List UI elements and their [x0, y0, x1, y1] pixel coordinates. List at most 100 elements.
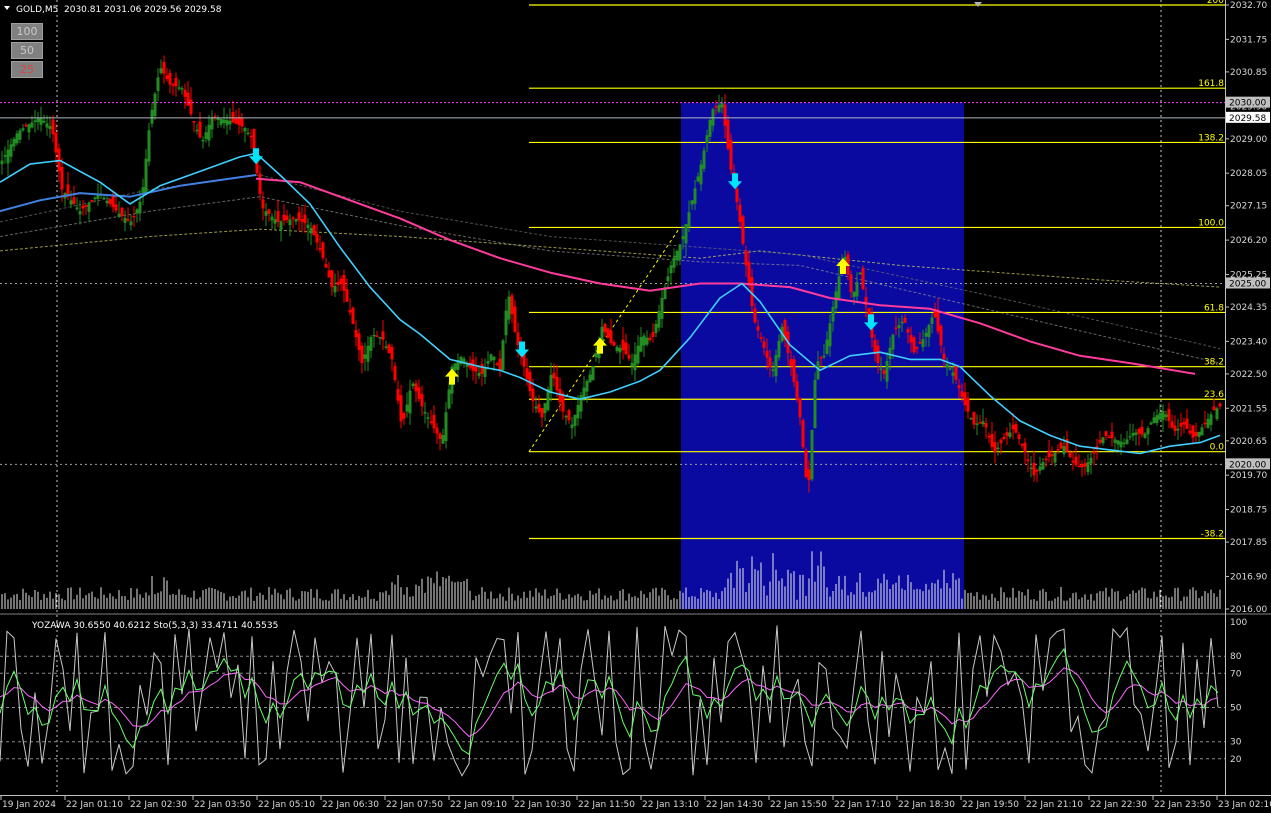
- candle-bear-body: [1110, 431, 1114, 439]
- oscillator-tick-label: 70: [1230, 669, 1242, 679]
- candle-bull-body: [594, 352, 598, 358]
- candle-bear-body: [375, 335, 379, 337]
- candle-bear-body: [993, 442, 997, 453]
- fib-level-label: 61.8: [1204, 303, 1224, 313]
- candle-bull-body: [378, 337, 382, 339]
- candle-bear-body: [759, 337, 763, 339]
- candle-bull-body: [828, 323, 832, 347]
- candle-bear-body: [480, 364, 484, 374]
- candle-bull-body: [1197, 431, 1201, 437]
- candle-bull-body: [129, 221, 133, 226]
- fib-level-label: 161.8: [1198, 79, 1224, 89]
- candle-bear-body: [1080, 463, 1084, 468]
- candle-bear-body: [894, 327, 898, 329]
- candle-bear-body: [1188, 430, 1192, 434]
- candle-bear-body: [1056, 449, 1060, 451]
- candle-bear-body: [561, 393, 565, 412]
- candle-bull-body: [501, 340, 505, 371]
- fib-level-label: -38.2: [1201, 529, 1224, 539]
- candle-bear-body: [1002, 436, 1006, 440]
- candle-bear-body: [1005, 432, 1009, 436]
- zoom-button-100[interactable]: 100: [11, 23, 43, 40]
- candle-bear-body: [1212, 406, 1216, 411]
- candle-bull-body: [975, 423, 979, 425]
- candle-bear-body: [240, 117, 244, 127]
- chart-canvas[interactable]: 200161.8138.2100.061.838.223.60.0-38.2 2…: [0, 0, 1271, 813]
- candle-bull-body: [93, 197, 97, 200]
- candle-bear-body: [231, 112, 235, 123]
- candle-bear-body: [282, 214, 286, 221]
- chart-ohlc-readout: 2030.81 2031.06 2029.56 2029.58: [64, 5, 222, 15]
- time-tick-label: 22 Jan 17:10: [834, 800, 891, 810]
- candle-bull-body: [885, 360, 889, 382]
- candle-bear-body: [1020, 444, 1024, 446]
- zoom-button-25[interactable]: 25: [11, 61, 43, 78]
- candle-bear-body: [60, 166, 64, 190]
- fib-level-label: 200: [1207, 0, 1224, 6]
- candle-bear-body: [126, 219, 130, 221]
- candle-bear-body: [807, 469, 811, 481]
- candle-bull-body: [822, 355, 826, 358]
- candle-bear-body: [339, 278, 343, 284]
- candle-bull-body: [687, 212, 691, 228]
- candle-bull-body: [159, 68, 163, 74]
- candle-bull-body: [696, 176, 700, 182]
- candle-bull-body: [633, 354, 637, 371]
- candle-bear-body: [1023, 442, 1027, 453]
- price-tick-label: 2019.70: [1230, 471, 1267, 481]
- candle-bull-body: [654, 323, 658, 333]
- candle-bear-body: [495, 363, 499, 365]
- candle-bull-body: [708, 120, 712, 137]
- candle-bull-body: [33, 120, 37, 122]
- candle-bear-body: [606, 328, 610, 338]
- candle-bear-body: [72, 197, 76, 204]
- candle-bull-body: [591, 365, 595, 381]
- candle-bear-body: [420, 393, 424, 407]
- candle-bear-body: [738, 204, 742, 223]
- candle-bull-body: [30, 122, 34, 128]
- candle-bear-body: [990, 433, 994, 447]
- candle-bull-body: [12, 138, 16, 147]
- candle-bull-body: [705, 135, 709, 144]
- candle-bull-body: [1041, 462, 1045, 470]
- candle-bear-body: [381, 331, 385, 340]
- fib-level-label: 100.0: [1198, 218, 1224, 228]
- oscillator-tick-label: 20: [1230, 755, 1242, 765]
- time-tick-label: 22 Jan 07:50: [386, 800, 443, 810]
- candle-bear-body: [1203, 422, 1207, 425]
- candle-bear-body: [84, 205, 88, 207]
- candle-bear-body: [789, 359, 793, 366]
- candle-bull-body: [504, 310, 508, 336]
- candle-bear-body: [327, 270, 331, 278]
- candle-bear-body: [414, 383, 418, 392]
- candle-bull-body: [216, 118, 220, 121]
- candle-bull-body: [570, 424, 574, 429]
- candle-bull-body: [897, 325, 901, 329]
- candle-bear-body: [189, 99, 193, 115]
- candle-bear-body: [939, 325, 943, 346]
- candle-bull-body: [693, 188, 697, 204]
- fib-level-label: 0.0: [1210, 443, 1225, 453]
- candle-bear-body: [429, 421, 433, 423]
- fib-level-label: 138.2: [1198, 133, 1224, 143]
- candle-bull-body: [777, 340, 781, 358]
- candle-bear-body: [342, 274, 346, 291]
- zoom-button-100-label: 100: [16, 25, 38, 38]
- candle-bear-body: [798, 398, 802, 418]
- candle-bull-body: [1131, 432, 1135, 436]
- candle-bear-body: [726, 120, 730, 149]
- candle-bear-body: [1026, 459, 1030, 462]
- candle-bear-body: [1191, 425, 1195, 438]
- zoom-button-50[interactable]: 50: [11, 42, 43, 59]
- time-tick-label: 22 Jan 11:50: [578, 800, 635, 810]
- candle-bear-body: [303, 214, 307, 224]
- candle-bear-body: [552, 372, 556, 379]
- candle-bear-body: [351, 307, 355, 324]
- candle-bear-body: [111, 195, 115, 208]
- candle-bull-body: [426, 417, 430, 419]
- candle-bull-body: [15, 133, 19, 144]
- candle-bull-body: [948, 368, 952, 370]
- candle-bull-body: [306, 224, 310, 229]
- candle-bear-body: [330, 270, 334, 288]
- candle-bull-body: [1038, 466, 1042, 471]
